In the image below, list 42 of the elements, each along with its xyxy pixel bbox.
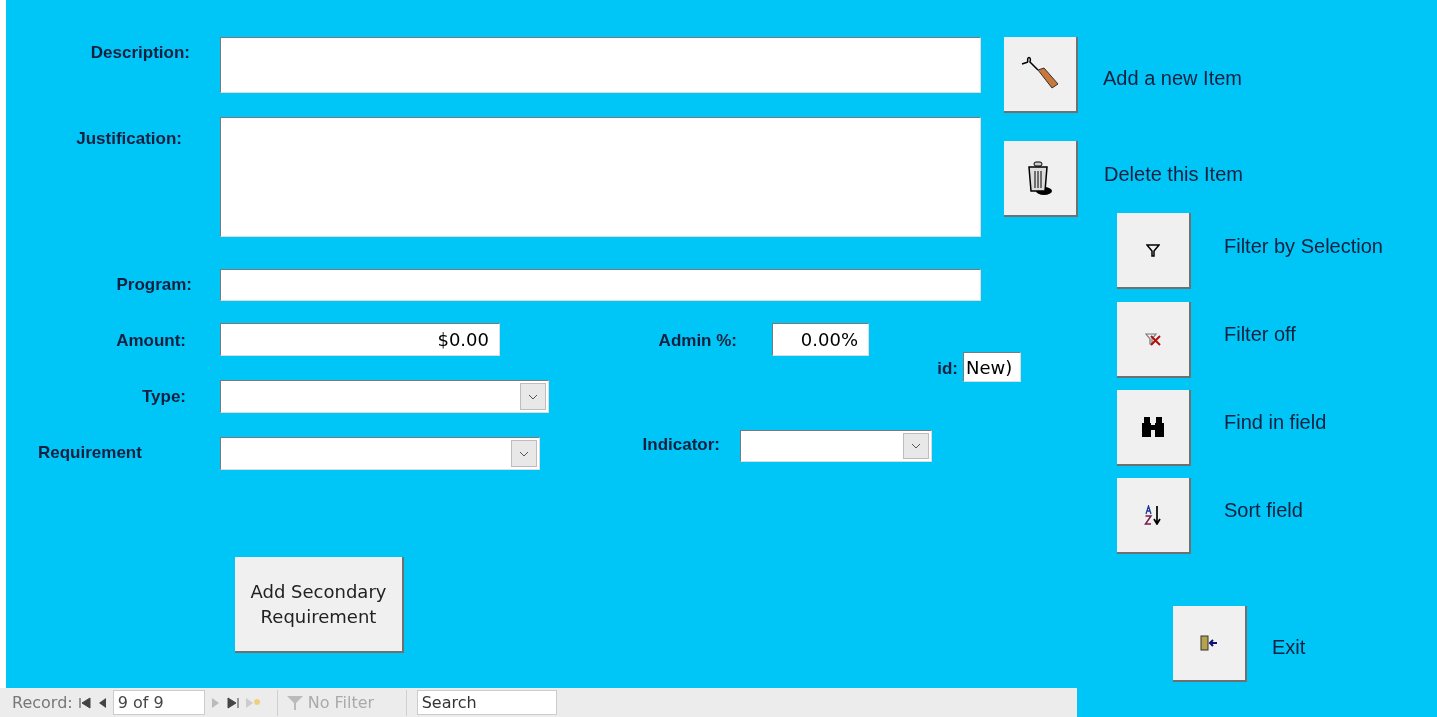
sort-ascending-icon bbox=[1144, 505, 1162, 525]
button-caption: Sort field bbox=[1224, 498, 1303, 523]
trash-can-icon bbox=[1026, 161, 1054, 195]
chevron-down-icon bbox=[911, 443, 921, 449]
record-label: Record: bbox=[12, 691, 73, 714]
field-label: Type: bbox=[140, 386, 186, 408]
text-field[interactable] bbox=[220, 269, 981, 301]
field-label: id: bbox=[936, 358, 958, 380]
text-field[interactable] bbox=[220, 37, 981, 93]
text-field[interactable]: New) bbox=[963, 352, 1021, 382]
search-field[interactable]: Search bbox=[416, 690, 557, 715]
button-caption: Filter off bbox=[1224, 322, 1296, 347]
text-field[interactable]: 0.00% bbox=[772, 323, 869, 356]
door-exit-icon bbox=[1200, 635, 1218, 651]
text-field[interactable]: $0.00 bbox=[220, 323, 500, 356]
field-label: Amount: bbox=[115, 330, 186, 352]
chevron-down-icon bbox=[528, 393, 538, 400]
field-label: Program: bbox=[115, 274, 192, 296]
button-caption: Exit bbox=[1272, 635, 1306, 660]
combo-box[interactable] bbox=[220, 380, 549, 413]
record-field[interactable]: 9 of 9 bbox=[112, 690, 205, 715]
funnel-off-icon bbox=[1145, 332, 1161, 346]
button-caption: Filter by Selection bbox=[1224, 234, 1383, 259]
field-label: Justification: bbox=[75, 128, 182, 150]
field-label: Indicator: bbox=[641, 434, 720, 456]
field-label: Description: bbox=[89, 42, 190, 64]
field-label: Admin %: bbox=[657, 330, 737, 352]
funnel-icon bbox=[1146, 243, 1160, 257]
toolbar-button[interactable] bbox=[1004, 141, 1078, 217]
toolbar-button[interactable] bbox=[1117, 390, 1191, 466]
button-caption: Find in field bbox=[1224, 410, 1327, 435]
combo-box[interactable] bbox=[220, 437, 540, 470]
first-record-icon[interactable] bbox=[78, 696, 91, 709]
binoculars-icon bbox=[1142, 417, 1164, 437]
field-label: Requirement bbox=[37, 442, 143, 464]
add-secondary-requirement-button[interactable]: Add Secondary Requirement bbox=[235, 557, 404, 653]
funnel-icon bbox=[285, 694, 304, 711]
button-caption: Add a new Item bbox=[1103, 66, 1242, 91]
combo-box[interactable] bbox=[740, 430, 932, 462]
last-record-icon[interactable] bbox=[226, 696, 239, 709]
button-caption: Delete this Item bbox=[1104, 162, 1243, 187]
chevron-down-icon bbox=[519, 450, 529, 457]
